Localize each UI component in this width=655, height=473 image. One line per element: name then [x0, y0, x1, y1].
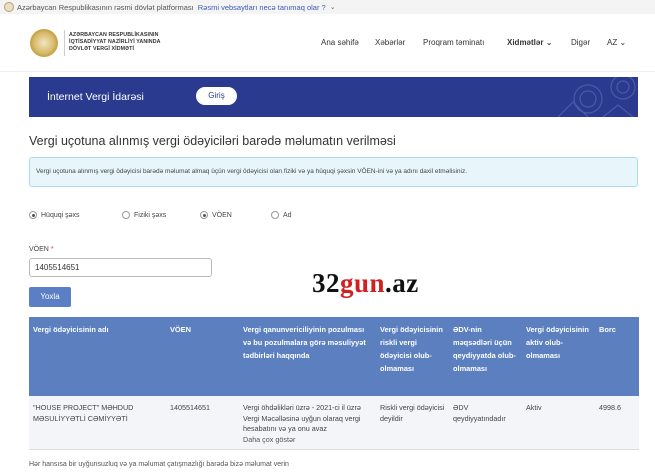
chevron-down-icon[interactable]: ⌄: [330, 3, 336, 11]
nav-services[interactable]: Xidmətlər ⌄: [507, 38, 552, 47]
cell-debt: 4998.6: [595, 396, 639, 450]
logo-text[interactable]: AZƏRBAYCAN RESPUBLİKASININ İQTİSADİYYAT …: [69, 32, 161, 54]
language-label: AZ: [607, 38, 618, 47]
nav-other[interactable]: Digər: [571, 38, 590, 47]
column-header: Vergi qanunvericiliyinin pozulması və bu…: [239, 317, 376, 396]
radio-voen[interactable]: VÖEN: [200, 211, 232, 219]
gov-bar: Azərbaycan Respublikasının rəsmi dövlət …: [0, 0, 655, 14]
watermark-part: .az: [385, 268, 419, 298]
chevron-down-icon: ⌄: [545, 38, 553, 47]
nav-home[interactable]: Ana səhifə: [321, 38, 359, 47]
banner-title: İnternet Vergi İdarəsi: [47, 91, 144, 103]
cell-vat: ƏDV qeydiyyatındadır: [449, 396, 522, 450]
logo-divider: [64, 30, 65, 56]
radio-label: Hüquqi şəxs: [41, 211, 80, 219]
cell-name: "HOUSE PROJECT" MƏHDUD MƏSULİYYƏTLİ CƏMİ…: [29, 396, 166, 450]
official-sites-link[interactable]: Rəsmi vebsaytları necə tanımaq olar ?: [198, 3, 326, 12]
results-table: Vergi ödəyicisinin adı VÖEN Vergi qanunv…: [29, 317, 639, 450]
radio-circle[interactable]: [200, 211, 208, 219]
column-header: ƏDV-nin məqsədləri üçün qeydiyyatda olub…: [449, 317, 522, 396]
radio-label: Fiziki şəxs: [134, 211, 167, 219]
column-header: Borc: [595, 317, 639, 396]
e-tax-banner: İnternet Vergi İdarəsi Giriş: [29, 77, 638, 117]
table-header-row: Vergi ödəyicisinin adı VÖEN Vergi qanunv…: [29, 317, 639, 396]
voen-label-text: VÖEN: [29, 246, 49, 253]
cell-active: Aktiv: [522, 396, 595, 450]
radio-legal-entity[interactable]: Hüquqi şəxs: [29, 211, 80, 219]
radio-label: Ad: [283, 211, 292, 219]
voen-input[interactable]: [29, 258, 212, 277]
cell-violation: Vergi öhdəlikləri üzrə - 2021-ci il üzrə…: [239, 396, 376, 450]
ornament-icon: [557, 77, 636, 117]
login-button[interactable]: Giriş: [196, 87, 237, 105]
info-alert: Vergi uçotuna alınmış vergi ödəyicisi ba…: [29, 157, 638, 187]
check-button[interactable]: Yoxla: [29, 287, 71, 307]
radio-circle[interactable]: [271, 211, 279, 219]
watermark: 32gun.az: [312, 268, 419, 299]
radio-individual[interactable]: Fiziki şəxs: [122, 211, 166, 219]
nav-services-label: Xidmətlər: [507, 38, 544, 47]
watermark-part: gun: [340, 268, 386, 298]
cell-risky: Riskli vergi ödəyicisi deyildir: [376, 396, 449, 450]
column-header: Vergi ödəyicisinin adı: [29, 317, 166, 396]
nav-software[interactable]: Proqram təminatı: [423, 38, 484, 47]
radio-circle[interactable]: [122, 211, 130, 219]
feedback-note[interactable]: Hər hansısa bir uyğunsuzluq və ya məluma…: [29, 461, 289, 468]
column-header: Vergi ödəyicisinin aktiv olub-olmaması: [522, 317, 595, 396]
gov-bar-text: Azərbaycan Respublikasının rəsmi dövlət …: [17, 2, 194, 12]
nav-news[interactable]: Xəbərlər: [375, 38, 405, 47]
logo-line: DÖVLƏT VERGİ XİDMƏTİ: [69, 46, 135, 53]
chevron-down-icon: ⌄: [619, 38, 627, 47]
page-title: Vergi uçotuna alınmış vergi ödəyiciləri …: [29, 134, 396, 148]
radio-name[interactable]: Ad: [271, 211, 292, 219]
tax-service-logo-icon[interactable]: [30, 29, 58, 57]
violation-text: Vergi öhdəlikləri üzrə - 2021-ci il üzrə…: [243, 403, 361, 433]
radio-label: VÖEN: [212, 211, 232, 219]
voen-label: VÖEN *: [29, 246, 54, 253]
cell-voen: 1405514651: [166, 396, 239, 450]
language-selector[interactable]: AZ ⌄: [607, 38, 626, 47]
column-header: Vergi ödəyicisinin riskli vergi ödəyicis…: [376, 317, 449, 396]
radio-circle[interactable]: [29, 211, 37, 219]
watermark-part: 32: [312, 268, 340, 298]
info-text: Vergi uçotuna alınmış vergi ödəyicisi ba…: [36, 168, 468, 175]
required-mark: *: [50, 246, 54, 253]
column-header: VÖEN: [166, 317, 239, 396]
table-row: "HOUSE PROJECT" MƏHDUD MƏSULİYYƏTLİ CƏMİ…: [29, 396, 639, 450]
state-emblem-icon: [4, 2, 14, 12]
show-more-link[interactable]: Daha çox göstər: [243, 435, 295, 444]
site-header: AZƏRBAYCAN RESPUBLİKASININ İQTİSADİYYAT …: [0, 14, 655, 72]
